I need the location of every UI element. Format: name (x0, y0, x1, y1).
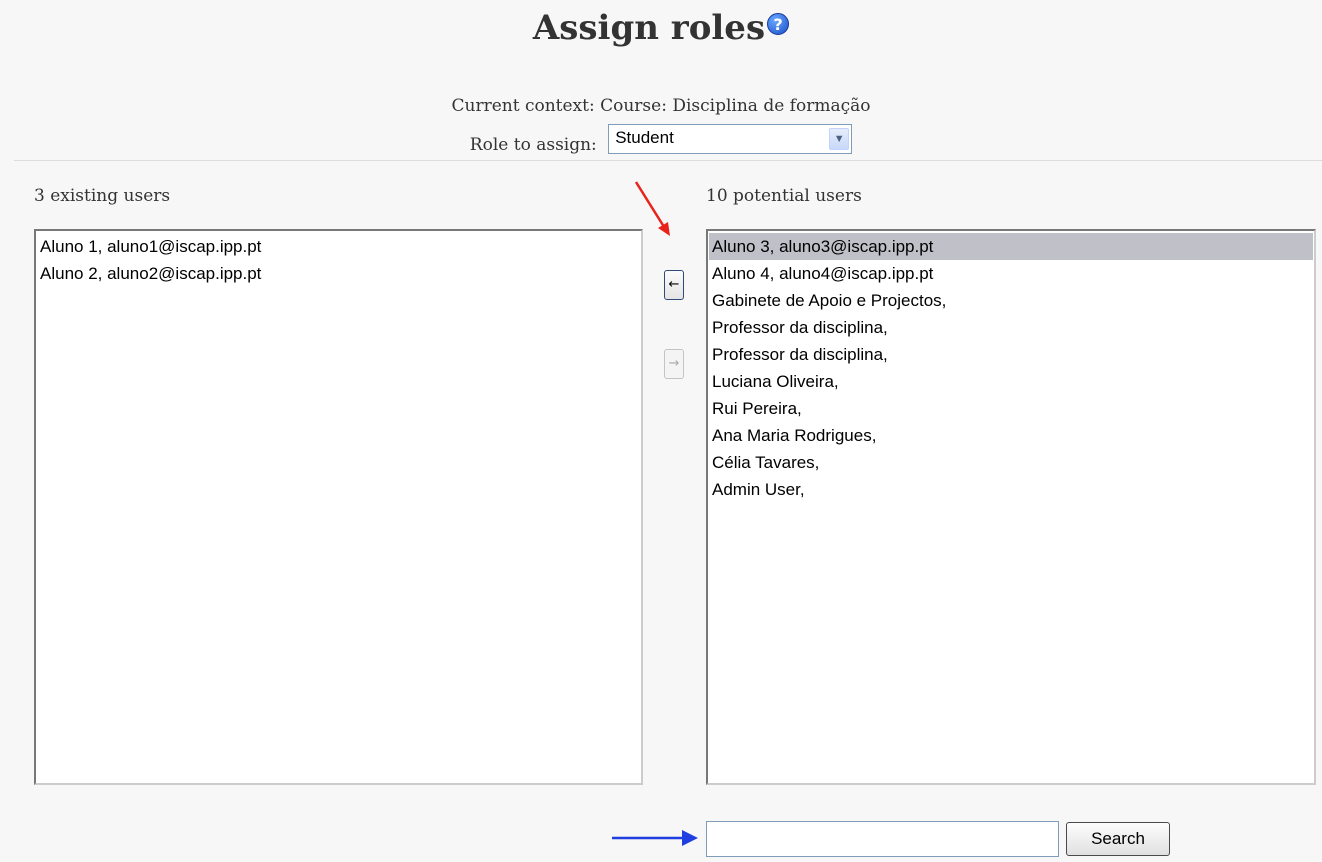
existing-users-list[interactable]: Aluno 1, aluno1@iscap.ipp.pt Aluno 2, alu… (34, 229, 643, 785)
role-label: Role to assign: (469, 135, 597, 155)
potential-user-option[interactable]: Professor da disciplina, (709, 341, 1313, 368)
potential-user-option[interactable]: Gabinete de Apoio e Projectos, (709, 287, 1313, 314)
existing-users-count: 3 existing users (34, 186, 171, 206)
search-button[interactable]: Search (1066, 822, 1170, 856)
potential-user-option[interactable]: Aluno 3, aluno3@iscap.ipp.pt (709, 233, 1313, 260)
blue-arrow-annotation (612, 830, 698, 846)
potential-users-count: 10 potential users (706, 186, 862, 206)
potential-user-option[interactable]: Aluno 4, aluno4@iscap.ipp.pt (709, 260, 1313, 287)
help-icon[interactable]: ? (767, 13, 790, 35)
add-user-button[interactable]: ← (664, 270, 684, 300)
existing-user-option[interactable]: Aluno 1, aluno1@iscap.ipp.pt (37, 233, 640, 260)
potential-user-option[interactable]: Ana Maria Rodrigues, (709, 422, 1313, 449)
remove-user-button[interactable]: → (664, 349, 684, 379)
chevron-down-icon[interactable]: ▼ (829, 128, 850, 150)
page-title: Assign roles (532, 8, 766, 48)
potential-user-option[interactable]: Rui Pereira, (709, 395, 1313, 422)
potential-user-option[interactable]: Luciana Oliveira, (709, 368, 1313, 395)
potential-user-option[interactable]: Admin User, (709, 476, 1313, 503)
red-arrow-annotation (634, 181, 670, 236)
role-select[interactable]: Student ▼ (608, 124, 853, 154)
potential-user-option[interactable]: Célia Tavares, (709, 449, 1313, 476)
page-header: Assign roles? (0, 8, 1322, 48)
search-input[interactable] (706, 821, 1059, 857)
divider (14, 160, 1322, 161)
role-row: Role to assign: Student ▼ (0, 124, 1322, 155)
potential-user-option[interactable]: Professor da disciplina, (709, 314, 1313, 341)
context-label: Current context: Course: Disciplina de f… (451, 96, 871, 116)
potential-users-list[interactable]: Aluno 3, aluno3@iscap.ipp.pt Aluno 4, alu… (706, 229, 1316, 785)
role-select-value: Student (615, 128, 674, 147)
existing-user-option[interactable]: Aluno 2, aluno2@iscap.ipp.pt (37, 260, 640, 287)
